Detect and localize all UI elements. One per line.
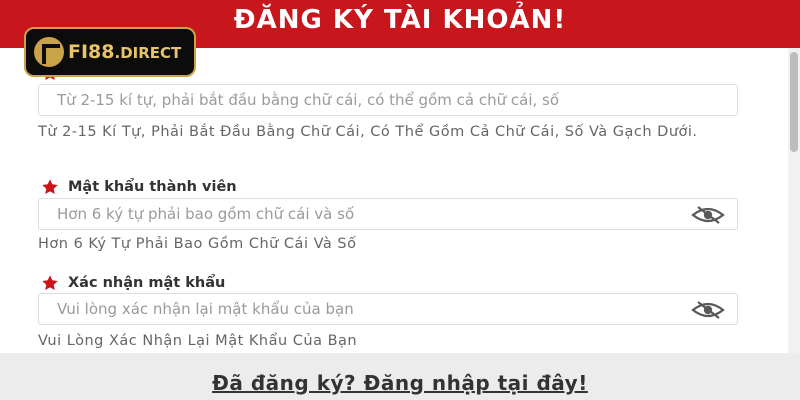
username-hint: Từ 2-15 Kí Tự, Phải Bắt Đầu Bằng Chữ Cái…: [38, 124, 698, 140]
required-star-icon: [42, 179, 58, 195]
login-link[interactable]: Đã đăng ký? Đăng nhập tại đây!: [212, 371, 588, 395]
logo-text: FI88.DIRECT: [68, 41, 182, 63]
site-logo[interactable]: FI88.DIRECT: [24, 27, 196, 77]
footer: Đã đăng ký? Đăng nhập tại đây!: [0, 353, 800, 400]
eye-slash-icon[interactable]: [691, 205, 725, 225]
password-placeholder: Hơn 6 ký tự phải bao gồm chữ cái và số: [57, 205, 355, 223]
confirm-input[interactable]: Vui lòng xác nhận lại mật khẩu của bạn: [38, 293, 738, 325]
confirm-label: Xác nhận mật khẩu: [40, 274, 225, 292]
scrollbar[interactable]: [788, 48, 800, 353]
eye-slash-icon[interactable]: [691, 300, 725, 320]
registration-form: Tên tài khoản Từ 2-15 kí tự, phải bắt đầ…: [0, 48, 790, 353]
username-input[interactable]: Từ 2-15 kí tự, phải bắt đầu bằng chữ cái…: [38, 84, 738, 116]
password-label: Mật khẩu thành viên: [40, 178, 237, 196]
password-hint: Hơn 6 Ký Tự Phải Bao Gồm Chữ Cái Và Số: [38, 236, 357, 252]
password-input[interactable]: Hơn 6 ký tự phải bao gồm chữ cái và số: [38, 198, 738, 230]
password-label-text: Mật khẩu thành viên: [68, 179, 237, 195]
confirm-label-text: Xác nhận mật khẩu: [68, 275, 226, 291]
required-star-icon: [42, 275, 58, 291]
logo-mark-icon: [34, 37, 64, 67]
confirm-hint: Vui Lòng Xác Nhận Lại Mật Khẩu Của Bạn: [38, 333, 358, 349]
scrollbar-thumb[interactable]: [790, 52, 798, 152]
confirm-placeholder: Vui lòng xác nhận lại mật khẩu của bạn: [57, 300, 354, 318]
username-placeholder: Từ 2-15 kí tự, phải bắt đầu bằng chữ cái…: [57, 91, 560, 109]
